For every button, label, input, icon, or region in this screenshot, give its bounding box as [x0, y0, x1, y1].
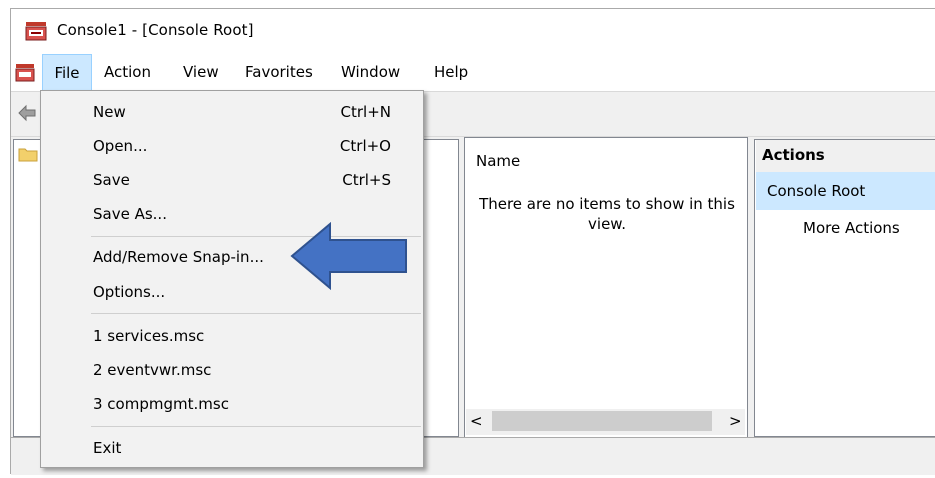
- menu-item-new[interactable]: New: [93, 103, 126, 121]
- actions-title: Actions: [762, 146, 825, 164]
- menu-item-exit[interactable]: Exit: [93, 439, 121, 457]
- menu-item-recent-2[interactable]: 2 eventvwr.msc: [93, 361, 211, 379]
- menu-separator: [91, 313, 421, 314]
- menu-separator: [91, 426, 421, 427]
- menu-bar: File Action View Favorites Window Help: [11, 54, 935, 91]
- scroll-right-icon[interactable]: >: [729, 412, 742, 430]
- menu-item-open[interactable]: Open...: [93, 137, 147, 155]
- actions-header: Actions: [756, 140, 935, 173]
- horizontal-scrollbar[interactable]: < >: [466, 409, 745, 435]
- menu-item-options[interactable]: Options...: [93, 283, 165, 301]
- shortcut-open: Ctrl+O: [339, 137, 391, 155]
- shortcut-save: Ctrl+S: [342, 171, 391, 189]
- empty-list-message: There are no items to show in this view.: [479, 195, 735, 233]
- window-title: Console1 - [Console Root]: [57, 21, 254, 39]
- scroll-thumb[interactable]: [492, 411, 712, 431]
- actions-console-root-label: Console Root: [767, 182, 866, 200]
- menu-item-recent-1[interactable]: 1 services.msc: [93, 327, 204, 345]
- actions-console-root[interactable]: Console Root: [756, 172, 935, 210]
- callout-arrow-icon: [290, 222, 407, 290]
- menu-item-recent-3[interactable]: 3 compmgmt.msc: [93, 395, 229, 413]
- back-arrow-icon[interactable]: [17, 104, 37, 126]
- scroll-left-icon[interactable]: <: [470, 412, 483, 430]
- menu-item-save-as[interactable]: Save As...: [93, 205, 167, 223]
- menu-file[interactable]: File: [42, 54, 92, 91]
- result-pane: Name There are no items to show in this …: [464, 137, 748, 438]
- more-actions-link[interactable]: More Actions: [803, 219, 900, 237]
- menu-action[interactable]: Action: [104, 54, 151, 91]
- menu-item-add-remove-snap-in[interactable]: Add/Remove Snap-in...: [93, 248, 264, 266]
- name-column-header[interactable]: Name: [476, 152, 520, 170]
- menu-window[interactable]: Window: [341, 54, 400, 91]
- menu-favorites[interactable]: Favorites: [245, 54, 313, 91]
- mmc-system-menu-icon[interactable]: [15, 63, 35, 86]
- menu-help[interactable]: Help: [434, 54, 468, 91]
- folder-icon: [18, 146, 38, 166]
- menu-item-save[interactable]: Save: [93, 171, 130, 189]
- mmc-app-icon: [25, 21, 47, 41]
- menu-view[interactable]: View: [183, 54, 219, 91]
- title-bar: Console1 - [Console Root]: [11, 9, 935, 54]
- shortcut-new: Ctrl+N: [340, 103, 391, 121]
